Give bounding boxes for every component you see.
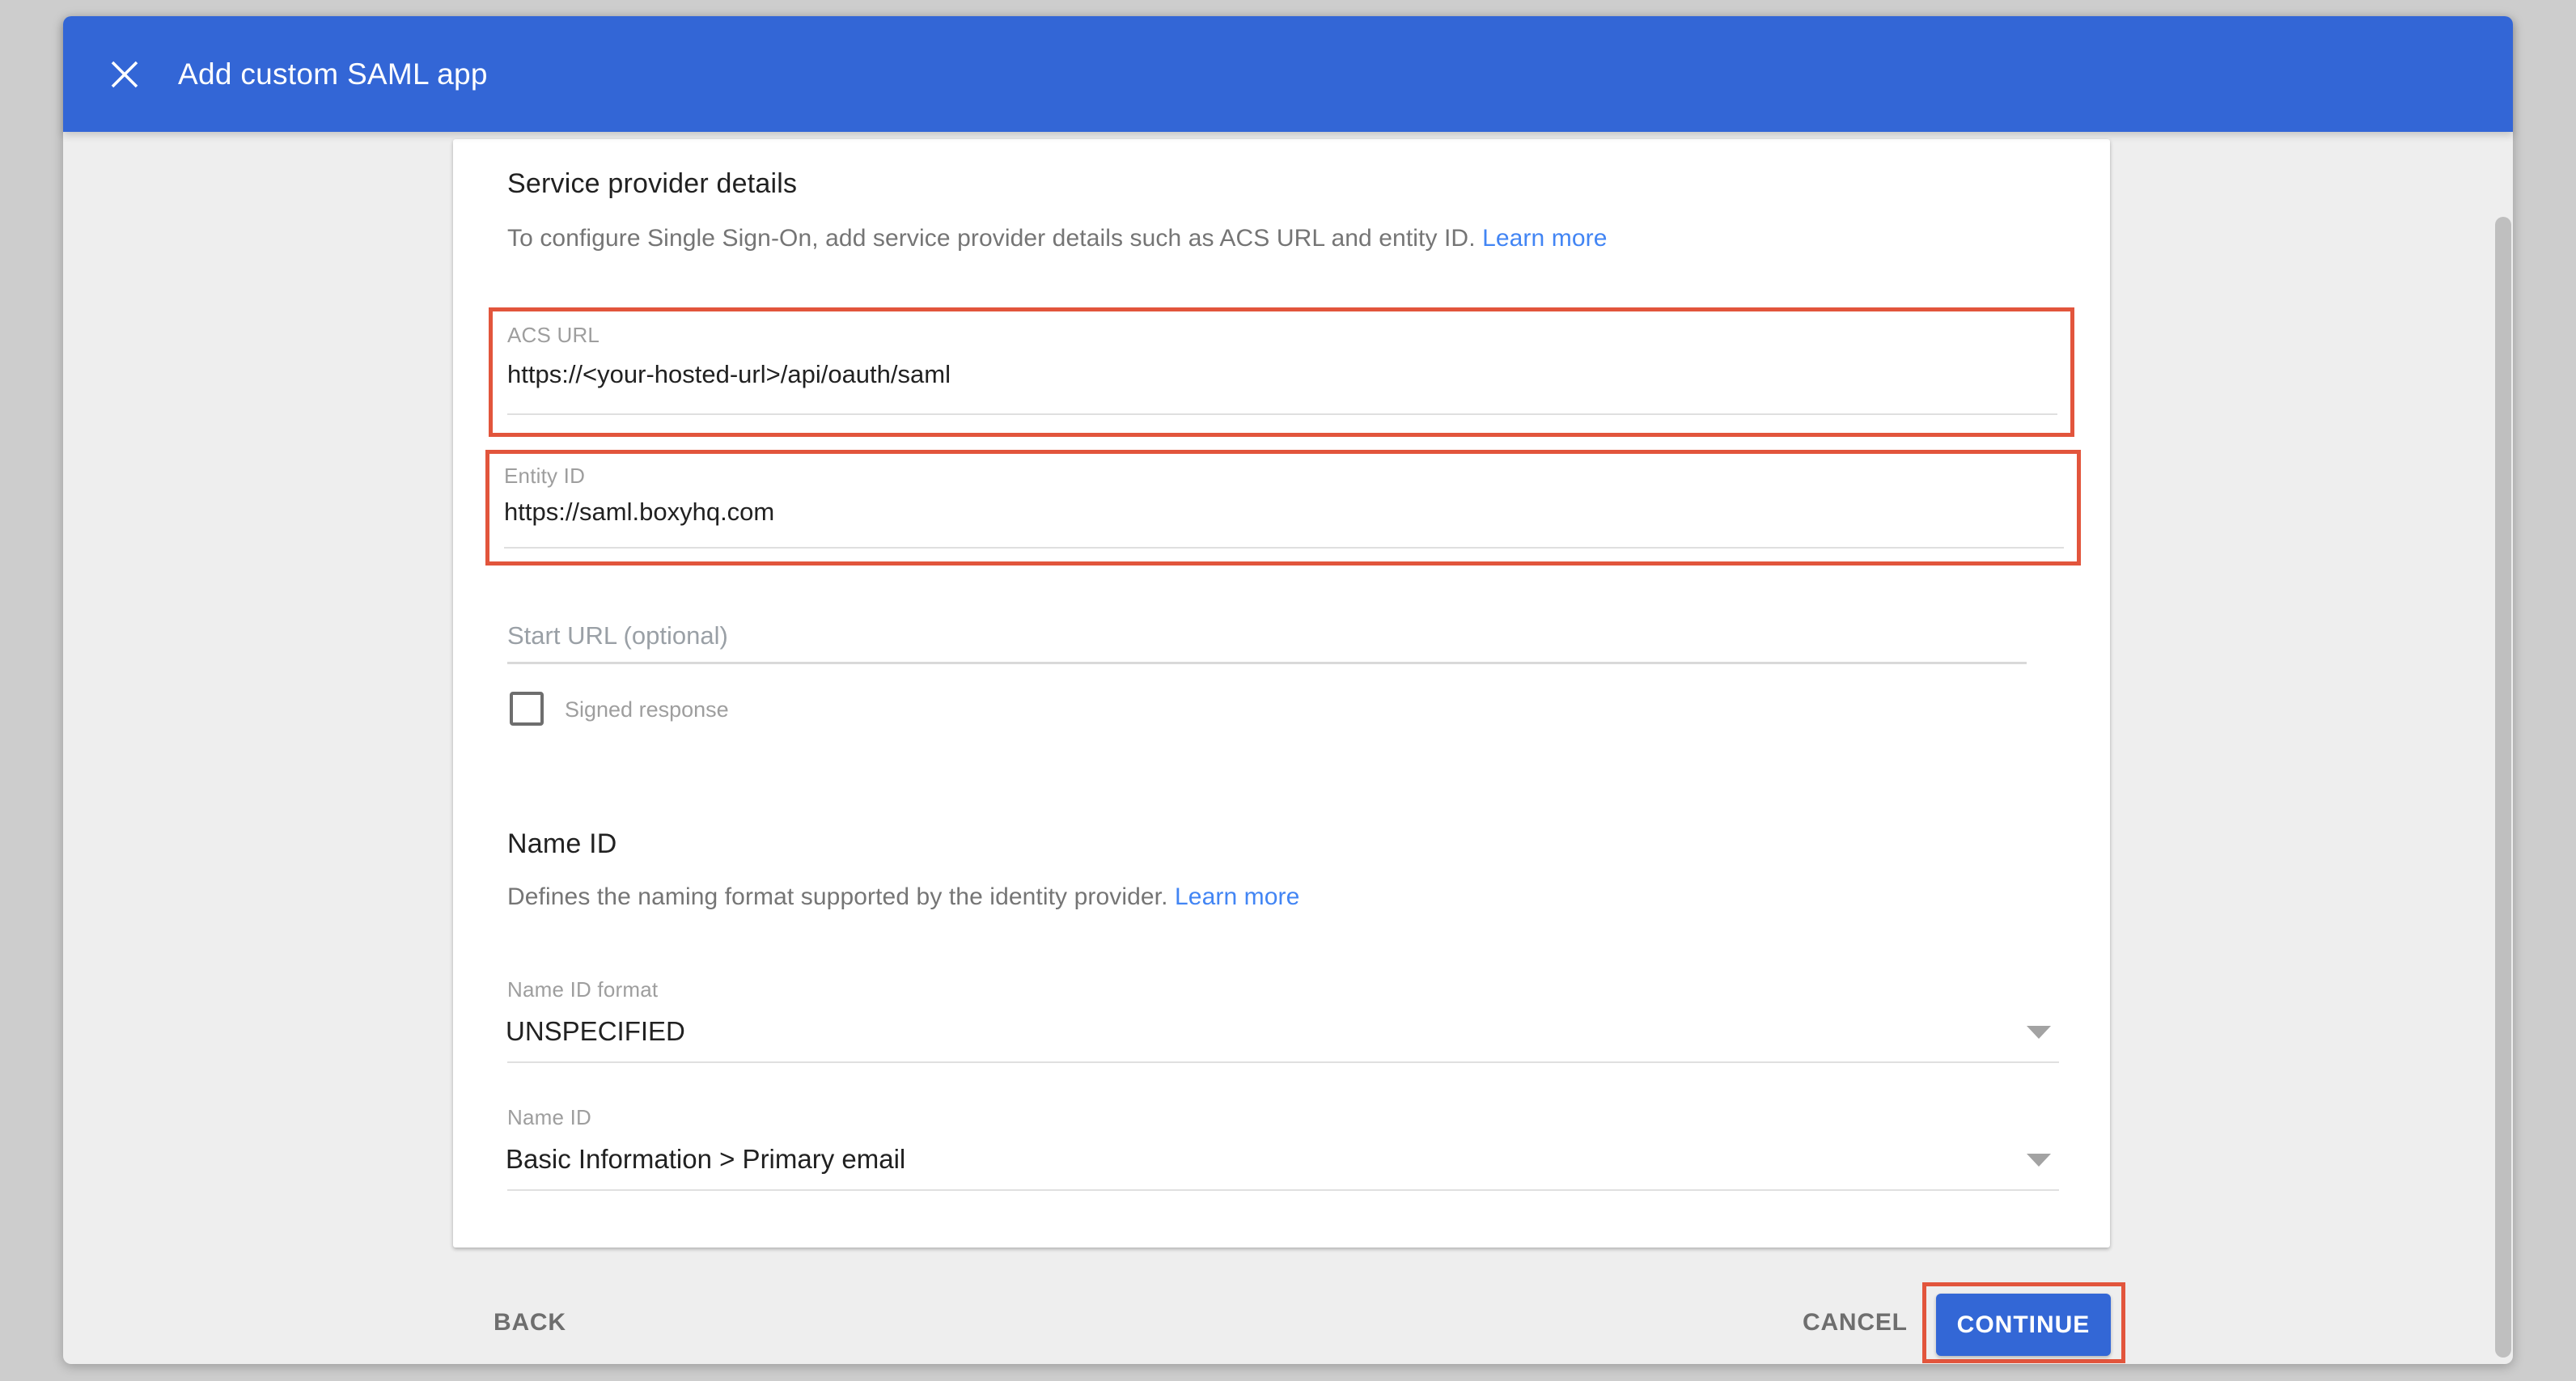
chevron-down-icon[interactable] — [2027, 1154, 2051, 1167]
name-id-label: Name ID — [507, 1105, 591, 1130]
continue-button[interactable]: CONTINUE — [1936, 1294, 2111, 1356]
start-url-input[interactable]: Start URL (optional) — [507, 621, 728, 650]
service-provider-heading: Service provider details — [507, 168, 797, 200]
name-id-heading: Name ID — [507, 828, 617, 860]
name-id-underline — [507, 1189, 2059, 1191]
signed-response-label: Signed response — [565, 697, 729, 722]
service-provider-description-text: To configure Single Sign-On, add service… — [507, 225, 1476, 252]
learn-more-link-name-id[interactable]: Learn more — [1175, 883, 1299, 910]
service-provider-description: To configure Single Sign-On, add service… — [507, 225, 1608, 252]
entity-id-label: Entity ID — [504, 464, 585, 489]
acs-url-input[interactable]: https://<your-hosted-url>/api/oauth/saml — [507, 360, 951, 389]
learn-more-link-service-provider[interactable]: Learn more — [1482, 225, 1607, 252]
close-icon — [109, 59, 140, 90]
dialog-header: Add custom SAML app — [63, 16, 2513, 132]
continue-highlight-box: CONTINUE — [1922, 1282, 2125, 1363]
acs-url-label: ACS URL — [507, 323, 600, 348]
name-id-format-underline — [507, 1061, 2059, 1063]
entity-id-highlight-box: Entity ID https://saml.boxyhq.com — [485, 450, 2081, 566]
acs-url-highlight-box: ACS URL https://<your-hosted-url>/api/oa… — [489, 307, 2074, 437]
add-saml-app-dialog: Add custom SAML app Service provider det… — [63, 16, 2513, 1364]
scrollbar-thumb[interactable] — [2495, 217, 2511, 1358]
name-id-format-label: Name ID format — [507, 977, 658, 1002]
entity-id-underline — [504, 547, 2064, 549]
acs-url-underline — [507, 413, 2057, 415]
name-id-description-text: Defines the naming format supported by t… — [507, 883, 1168, 910]
name-id-select[interactable]: Basic Information > Primary email — [506, 1144, 905, 1175]
signed-response-checkbox[interactable] — [510, 692, 544, 726]
cancel-button[interactable]: CANCEL — [1803, 1309, 1908, 1337]
form-card: Service provider details To configure Si… — [453, 139, 2110, 1248]
entity-id-input[interactable]: https://saml.boxyhq.com — [504, 498, 774, 527]
chevron-down-icon[interactable] — [2027, 1026, 2051, 1039]
dialog-title: Add custom SAML app — [178, 57, 488, 91]
name-id-description: Defines the naming format supported by t… — [507, 883, 1299, 911]
back-button[interactable]: BACK — [494, 1309, 566, 1337]
start-url-underline — [507, 662, 2027, 664]
close-button[interactable] — [100, 50, 149, 99]
name-id-format-select[interactable]: UNSPECIFIED — [506, 1016, 685, 1047]
